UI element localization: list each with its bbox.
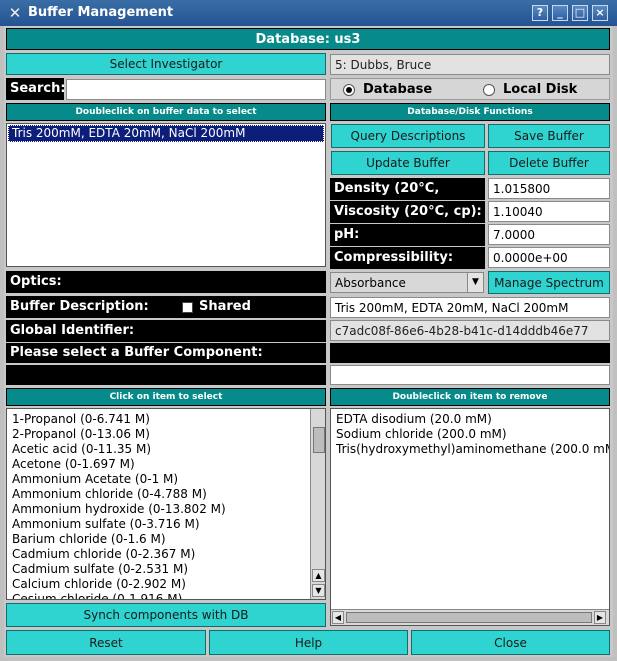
optics-select[interactable]: Absorbance ▼ — [330, 272, 484, 293]
component-list-item[interactable]: Calcium chloride (0-2.902 M) — [9, 577, 309, 592]
component-list-item[interactable]: Acetone (0-1.697 M) — [9, 457, 309, 472]
component-list-item[interactable]: Ammonium Acetate (0-1 M) — [9, 472, 309, 487]
scroll-left-icon[interactable]: ◀ — [332, 611, 344, 624]
ph-label: pH: — [330, 224, 485, 246]
component-list-item[interactable]: 1-Propanol (0-6.741 M) — [9, 412, 309, 427]
compressibility-input[interactable]: 0.0000e+00 — [488, 247, 610, 268]
scroll-down-icon[interactable]: ▼ — [312, 584, 325, 597]
close-button[interactable]: Close — [411, 630, 610, 655]
viscosity-label: Viscosity (20°C, cp): — [330, 201, 485, 223]
selected-components-hscrollbar[interactable]: ◀ ▶ — [331, 609, 609, 625]
ph-input[interactable]: 7.0000 — [488, 224, 610, 245]
selected-component-item[interactable]: Sodium chloride (200.0 mM) — [333, 427, 609, 442]
component-list-item[interactable]: Cesium chloride (0-1.916 M) — [9, 592, 309, 599]
app-icon: ✕ — [8, 4, 22, 22]
maximize-button[interactable]: □ — [572, 5, 588, 21]
help-title-button[interactable]: ? — [532, 5, 548, 21]
shared-checkbox-box[interactable] — [182, 301, 193, 313]
component-list-item[interactable]: Acetic acid (0-11.35 M) — [9, 442, 309, 457]
investigator-field: 5: Dubbs, Bruce — [330, 54, 610, 75]
component-list-item[interactable]: Ammonium chloride (0-4.788 M) — [9, 487, 309, 502]
help-button[interactable]: Help — [209, 630, 408, 655]
component-list-item[interactable]: Cadmium chloride (0-2.367 M) — [9, 547, 309, 562]
component-entry-spacer — [6, 365, 326, 385]
radio-local-disk-label: Local Disk — [503, 82, 578, 97]
component-prompt-spacer — [330, 343, 610, 363]
component-list-item[interactable]: 2-Propanol (0-13.06 M) — [9, 427, 309, 442]
synch-components-button[interactable]: Synch components with DB — [6, 603, 326, 627]
manage-spectrum-button[interactable]: Manage Spectrum — [488, 271, 610, 294]
global-identifier-field: c7adc08f-86e6-4b28-b41c-d14dddb46e77 — [330, 320, 610, 341]
component-list-item[interactable]: Barium chloride (0-1.6 M) — [9, 532, 309, 547]
component-select-header: Click on item to select — [6, 388, 326, 406]
buffer-list-header: Doubleclick on buffer data to select — [6, 103, 326, 121]
window-title: Buffer Management — [28, 5, 174, 20]
buffer-description-label: Buffer Description: — [10, 299, 149, 314]
radio-database-label: Database — [363, 82, 433, 97]
scroll-up-icon[interactable]: ▲ — [312, 569, 325, 582]
component-list-item[interactable]: Ammonium sulfate (0-3.716 M) — [9, 517, 309, 532]
hscrollbar-thumb[interactable] — [346, 612, 592, 623]
component-remove-header: Doubleclick on item to remove — [330, 388, 610, 406]
chevron-down-icon[interactable]: ▼ — [467, 273, 483, 292]
radio-database-indicator[interactable] — [343, 83, 355, 96]
viscosity-input[interactable]: 1.10040 — [488, 201, 610, 222]
radio-local-disk[interactable]: Local Disk — [483, 82, 577, 97]
search-label: Search: — [6, 78, 66, 100]
shared-checkbox[interactable]: Shared — [182, 296, 251, 318]
available-components-list[interactable]: 1-Propanol (0-6.741 M) 2-Propanol (0-13.0… — [6, 408, 326, 600]
shared-checkbox-label: Shared — [199, 299, 251, 314]
component-prompt: Please select a Buffer Component: — [6, 343, 326, 363]
component-list-item[interactable]: Ammonium hydroxide (0-13.802 M) — [9, 502, 309, 517]
database-banner: Database: us3 — [6, 28, 610, 50]
save-buffer-button[interactable]: Save Buffer — [488, 124, 610, 148]
radio-local-disk-indicator[interactable] — [483, 83, 495, 96]
radio-database[interactable]: Database — [343, 82, 432, 97]
component-list-item[interactable]: Cadmium sulfate (0-2.531 M) — [9, 562, 309, 577]
scrollbar-thumb[interactable] — [313, 427, 325, 453]
component-entry-input[interactable] — [330, 365, 610, 385]
search-input[interactable] — [66, 79, 326, 100]
scroll-right-icon[interactable]: ▶ — [594, 611, 606, 624]
global-identifier-label: Global Identifier: — [6, 320, 326, 342]
minimize-button[interactable]: _ — [552, 5, 568, 21]
update-buffer-button[interactable]: Update Buffer — [331, 151, 485, 175]
selected-component-item[interactable]: EDTA disodium (20.0 mM) — [333, 412, 609, 427]
buffer-list[interactable]: Tris 200mM, EDTA 20mM, NaCl 200mM — [6, 123, 326, 267]
select-investigator-button[interactable]: Select Investigator — [6, 53, 326, 75]
optics-select-value: Absorbance — [335, 275, 406, 290]
selected-components-list[interactable]: EDTA disodium (20.0 mM) Sodium chloride (… — [330, 408, 610, 626]
title-bar[interactable]: ✕ Buffer Management ? _ □ × — [0, 0, 617, 26]
functions-header: Database/Disk Functions — [330, 103, 610, 121]
query-descriptions-button[interactable]: Query Descriptions — [331, 124, 485, 148]
reset-button[interactable]: Reset — [6, 630, 206, 655]
density-label: Density (20°C, g/cm³): — [330, 178, 485, 218]
buffer-description-input[interactable]: Tris 200mM, EDTA 20mM, NaCl 200mM — [330, 297, 610, 318]
optics-label: Optics: — [6, 271, 326, 293]
buffer-list-item[interactable]: Tris 200mM, EDTA 20mM, NaCl 200mM — [8, 125, 324, 142]
delete-buffer-button[interactable]: Delete Buffer — [488, 151, 610, 175]
close-window-button[interactable]: × — [592, 5, 608, 21]
available-components-scrollbar[interactable]: ▲ ▼ — [310, 409, 325, 599]
buffer-description-row: Buffer Description: Shared — [6, 296, 326, 318]
selected-component-item[interactable]: Tris(hydroxymethyl)aminomethane (200.0 m… — [333, 442, 609, 457]
density-input[interactable]: 1.015800 — [488, 178, 610, 199]
source-radio-group: Database Local Disk — [330, 78, 610, 100]
compressibility-label: Compressibility: — [330, 247, 485, 269]
